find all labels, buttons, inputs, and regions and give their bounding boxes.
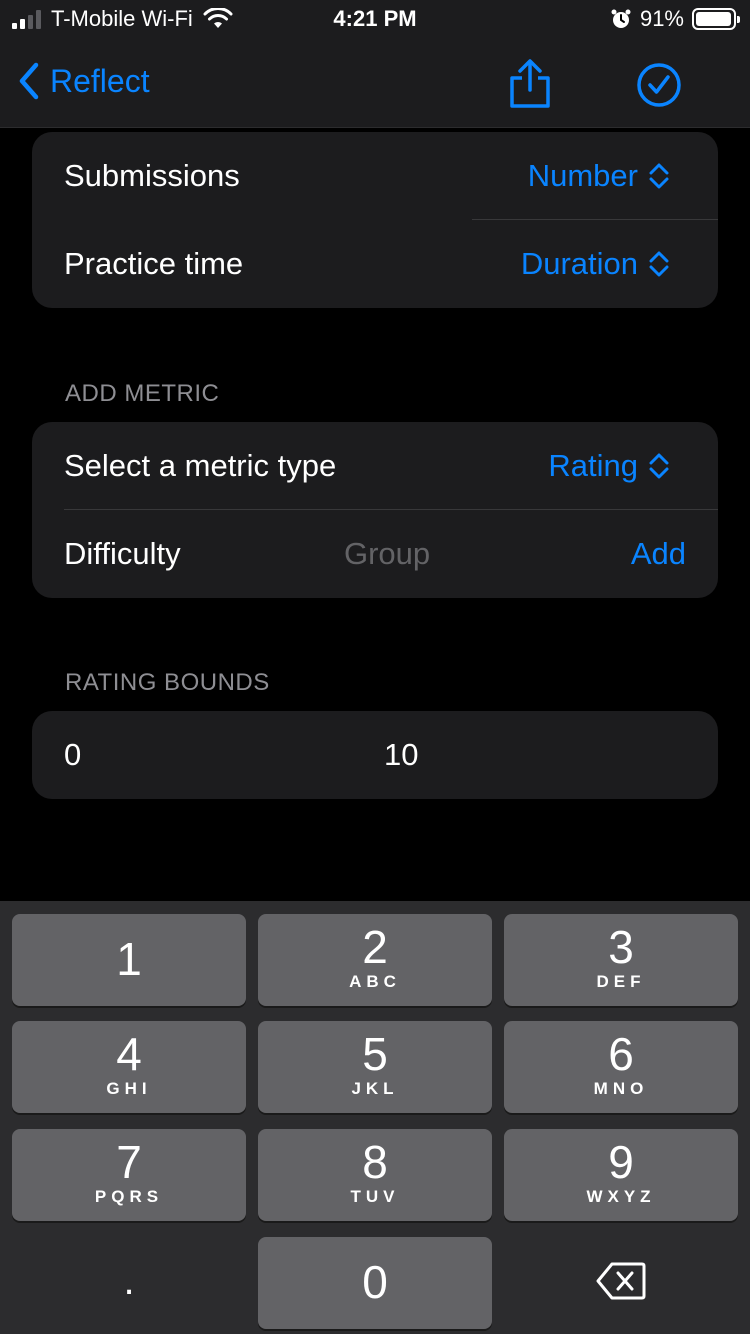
key-letters: DEF xyxy=(596,972,646,991)
key-digit: 8 xyxy=(362,1136,388,1188)
chevron-up-down-icon xyxy=(649,453,669,479)
key-letters: WXYZ xyxy=(586,1187,656,1206)
section-header-rating-bounds: RATING BOUNDS xyxy=(65,669,270,696)
metric-type-value: Number xyxy=(527,158,638,193)
rating-max-field[interactable]: 10 xyxy=(384,737,418,773)
numeric-keyboard: 1 2 ABC 3 DEF 4 GHI 5 JKL 6 MNO 7 PQRS 8… xyxy=(0,901,750,1334)
metric-type-picker[interactable]: Duration xyxy=(521,246,670,282)
new-metric-row: Difficulty Group Add xyxy=(32,510,718,598)
key-letters: MNO xyxy=(593,1079,649,1098)
key-5[interactable]: 5 JKL xyxy=(258,1021,492,1113)
key-letters: JKL xyxy=(351,1079,399,1098)
key-digit: 3 xyxy=(608,921,634,973)
share-icon[interactable] xyxy=(506,58,554,110)
key-letters: TUV xyxy=(350,1187,400,1206)
metric-label: Submissions xyxy=(64,158,240,193)
chevron-up-down-icon xyxy=(649,163,669,189)
chevron-left-icon xyxy=(19,62,39,100)
metric-type-value: Duration xyxy=(520,246,638,281)
metric-type-picker[interactable]: Rating xyxy=(548,448,670,484)
key-letters: GHI xyxy=(106,1079,152,1098)
key-decimal[interactable]: . xyxy=(12,1237,246,1329)
add-metric-button[interactable]: Add xyxy=(631,536,686,572)
battery-icon xyxy=(692,8,740,30)
metric-type-picker[interactable]: Number xyxy=(528,158,670,194)
key-9[interactable]: 9 WXYZ xyxy=(504,1129,738,1221)
metric-row-submissions: Submissions Number xyxy=(32,132,718,220)
key-1[interactable]: 1 xyxy=(12,914,246,1006)
metric-row-practice-time: Practice time Duration xyxy=(32,220,718,308)
key-6[interactable]: 6 MNO xyxy=(504,1021,738,1113)
key-digit: 5 xyxy=(362,1028,388,1080)
key-digit: 9 xyxy=(608,1136,634,1188)
key-letters: ABC xyxy=(349,972,401,991)
key-digit: 0 xyxy=(362,1256,388,1308)
rating-min-field[interactable]: 0 xyxy=(64,737,81,773)
delete-key[interactable] xyxy=(504,1237,738,1329)
status-right: 91% xyxy=(610,6,740,32)
key-digit: 1 xyxy=(116,933,142,985)
checkmark-circle-icon[interactable] xyxy=(636,62,682,108)
key-0[interactable]: 0 xyxy=(258,1237,492,1329)
backspace-icon xyxy=(596,1262,646,1300)
key-8[interactable]: 8 TUV xyxy=(258,1129,492,1221)
key-digit: 2 xyxy=(362,921,388,973)
back-button[interactable]: Reflect xyxy=(18,62,150,100)
key-3[interactable]: 3 DEF xyxy=(504,914,738,1006)
alarm-icon xyxy=(611,9,631,28)
key-letters: PQRS xyxy=(94,1187,164,1206)
key-7[interactable]: 7 PQRS xyxy=(12,1129,246,1221)
key-4[interactable]: 4 GHI xyxy=(12,1021,246,1113)
navigation-bar: Reflect xyxy=(0,40,750,128)
metric-label: Practice time xyxy=(64,246,244,281)
metric-name-field[interactable]: Difficulty xyxy=(64,536,181,572)
battery-percent: 91% xyxy=(639,6,684,31)
rating-bounds-row: 0 10 xyxy=(32,711,718,799)
group-field[interactable]: Group xyxy=(344,536,430,572)
metric-type-value: Rating xyxy=(548,448,638,483)
screen: T-Mobile Wi-Fi 4:21 PM 91% Reflect Submi… xyxy=(0,0,750,1334)
section-header-add-metric: ADD METRIC xyxy=(65,380,220,407)
chevron-up-down-icon xyxy=(649,251,669,277)
add-metric-card: Select a metric type Rating Difficulty G… xyxy=(32,422,718,598)
metric-type-row: Select a metric type Rating xyxy=(32,422,718,510)
key-digit: 6 xyxy=(608,1028,634,1080)
metric-type-label: Select a metric type xyxy=(64,448,337,483)
status-bar: T-Mobile Wi-Fi 4:21 PM 91% xyxy=(0,0,750,40)
key-digit: 7 xyxy=(116,1136,142,1188)
back-label: Reflect xyxy=(50,62,150,99)
key-digit: 4 xyxy=(116,1028,142,1080)
metrics-card: Submissions Number Practice time Duratio… xyxy=(32,132,718,308)
key-2[interactable]: 2 ABC xyxy=(258,914,492,1006)
rating-bounds-card: 0 10 xyxy=(32,711,718,799)
